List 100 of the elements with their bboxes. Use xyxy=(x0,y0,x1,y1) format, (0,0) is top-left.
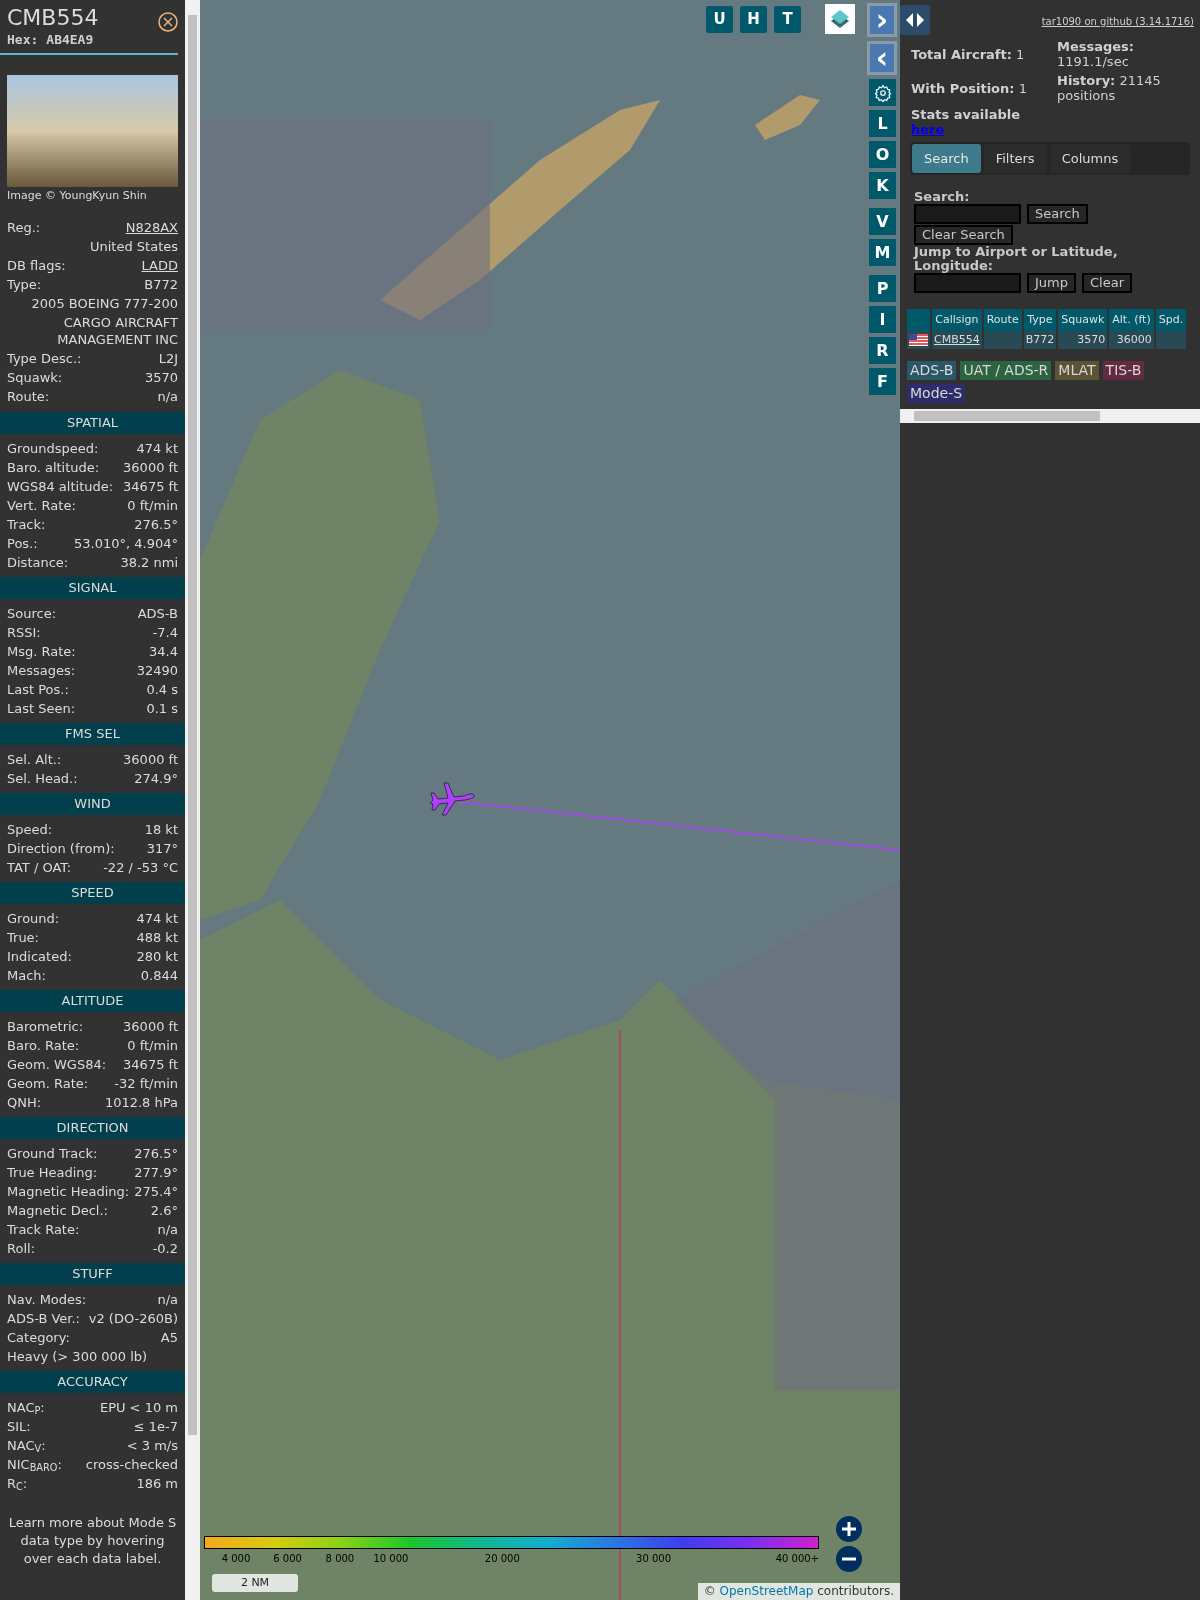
field-value: < 3 m/s xyxy=(126,1437,178,1455)
field-value: 53.010°, 4.904° xyxy=(74,535,178,553)
panel-tab[interactable]: Columns xyxy=(1049,144,1131,173)
map-toggle-button[interactable]: F xyxy=(869,368,896,395)
map-toggle-button[interactable]: K xyxy=(869,172,896,199)
table-header[interactable]: Type xyxy=(1022,309,1058,331)
panel-toggle-button[interactable]: ‹ xyxy=(867,41,897,75)
jump-field[interactable] xyxy=(914,273,1021,293)
clear-search-button[interactable]: Clear Search xyxy=(914,225,1013,245)
stat-text: Messages: 1191.1/sec xyxy=(1057,39,1135,69)
table-header[interactable]: Route xyxy=(982,309,1023,331)
field-label: Geom. WGS84: xyxy=(7,1056,107,1074)
field-value: 38.2 nmi xyxy=(120,554,178,572)
map-toggle-button[interactable]: I xyxy=(869,306,896,333)
field-value: 0.4 s xyxy=(146,681,178,699)
table-header[interactable]: Alt. (ft) xyxy=(1108,309,1155,331)
vertical-scrollbar[interactable] xyxy=(185,0,200,1600)
close-icon[interactable] xyxy=(158,12,178,32)
field-value: v2 (DO-260B) xyxy=(88,1310,178,1328)
field-value[interactable]: N828AX xyxy=(125,218,178,237)
field-value: EPU < 10 m xyxy=(99,1399,178,1417)
field-value: -22 / -53 °C xyxy=(103,859,178,877)
stat-text: Total Aircraft: 1 xyxy=(911,47,1025,62)
field-value: 277.9° xyxy=(134,1164,178,1182)
field-label: Vert. Rate: xyxy=(7,497,76,515)
altitude-scale-label: 4 000 xyxy=(221,1552,251,1566)
hex-value: AB4EA9 xyxy=(46,32,94,48)
field-label: DB flags: xyxy=(7,257,66,275)
field-value: 276.5° xyxy=(134,516,178,534)
stats-text: Stats available xyxy=(911,107,1022,122)
field-label: NAC$_{V}$: xyxy=(7,1437,46,1455)
field-value: n/a xyxy=(157,1291,178,1309)
field-label: Track: xyxy=(7,516,46,534)
panel-tab[interactable]: Filters xyxy=(983,144,1047,173)
clear-button[interactable]: Clear xyxy=(1082,273,1132,293)
field-value[interactable]: LADD xyxy=(141,256,178,275)
panel-resize-button[interactable] xyxy=(900,5,930,35)
field-label: Type Desc.: xyxy=(7,350,82,368)
source-legend-tag: TIS-B xyxy=(1102,361,1145,380)
field-value: 32490 xyxy=(136,662,178,680)
map-toggle-button[interactable]: L xyxy=(869,110,896,137)
field-label: ADS-B Ver.: xyxy=(7,1310,80,1328)
table-header[interactable]: Squawk xyxy=(1057,309,1109,331)
map-toggle-button[interactable]: M xyxy=(869,239,896,266)
field-value: 3570 xyxy=(144,369,178,387)
field-value: 34675 ft xyxy=(123,478,178,496)
field-value: 1012.8 hPa xyxy=(104,1094,178,1112)
field-label: Route: xyxy=(7,388,50,406)
search-button[interactable]: Search xyxy=(1027,204,1088,224)
field-label: Magnetic Heading: xyxy=(7,1183,130,1201)
left-right-arrows-icon xyxy=(904,13,926,27)
section-header: SPATIAL xyxy=(0,412,185,434)
field-label: Source: xyxy=(7,605,57,623)
jump-button[interactable]: Jump xyxy=(1027,273,1076,293)
section-header: WIND xyxy=(0,793,185,815)
field-value: 474 kt xyxy=(136,910,178,928)
field-value: -32 ft/min xyxy=(114,1075,178,1093)
callsign-link[interactable]: CMB554 xyxy=(931,331,983,349)
map-toggle-button[interactable]: U xyxy=(706,6,733,33)
stat-text: History: 21145 positions xyxy=(1057,73,1161,103)
table-cell: 3570 xyxy=(1057,331,1109,349)
source-legend-tag: MLAT xyxy=(1055,361,1099,380)
field-label: Baro. altitude: xyxy=(7,459,100,477)
field-label: Nav. Modes: xyxy=(7,1291,87,1309)
field-label: Baro. Rate: xyxy=(7,1037,80,1055)
field-label: Sel. Head.: xyxy=(7,770,78,788)
github-link[interactable]: tar1090 on github (3.14.1716) xyxy=(1041,14,1194,29)
map-toggle-button[interactable]: O xyxy=(869,141,896,168)
field-label: NAC$_{P}$: xyxy=(7,1399,45,1417)
horizontal-scrollbar[interactable] xyxy=(900,409,1200,423)
hex-label: Hex: xyxy=(7,32,39,48)
field-label: Direction (from): xyxy=(7,840,115,858)
altitude-scale-label: 8 000 xyxy=(325,1552,355,1566)
field-label: Messages: xyxy=(7,662,76,680)
field-label: NIC$_{BARO}$: xyxy=(7,1456,62,1474)
field-label: Last Pos.: xyxy=(7,681,69,699)
field-value: 474 kt xyxy=(136,440,178,458)
airplane-icon[interactable] xyxy=(428,781,476,817)
field-value: A5 xyxy=(160,1329,178,1347)
table-header[interactable]: Callsign xyxy=(931,309,983,331)
table-header[interactable]: Spd. xyxy=(1154,309,1188,331)
panel-toggle-button[interactable]: › xyxy=(867,3,897,37)
field-value: -0.2 xyxy=(152,1240,178,1258)
table-cell: 36000 xyxy=(1108,331,1155,349)
field-value: 0.844 xyxy=(140,967,178,985)
map-toggle-button[interactable]: P xyxy=(869,275,896,302)
altitude-scale-label: 40 000+ xyxy=(775,1552,819,1566)
search-field[interactable] xyxy=(914,204,1021,224)
field-value: United States xyxy=(88,238,178,256)
layers-button[interactable] xyxy=(825,4,855,34)
field-label: RSSI: xyxy=(7,624,41,642)
map-toggle-button[interactable]: V xyxy=(869,208,896,235)
panel-tab[interactable]: Search xyxy=(912,144,981,173)
settings-button[interactable] xyxy=(869,79,896,106)
map-toggle-button[interactable]: R xyxy=(869,337,896,364)
map-toggle-button[interactable]: T xyxy=(774,6,801,33)
section-header: DIRECTION xyxy=(0,1117,185,1139)
search-label: Search: xyxy=(914,190,971,204)
attribution-link[interactable]: OpenStreetMap xyxy=(719,1584,814,1598)
map-toggle-button[interactable]: H xyxy=(740,6,767,33)
